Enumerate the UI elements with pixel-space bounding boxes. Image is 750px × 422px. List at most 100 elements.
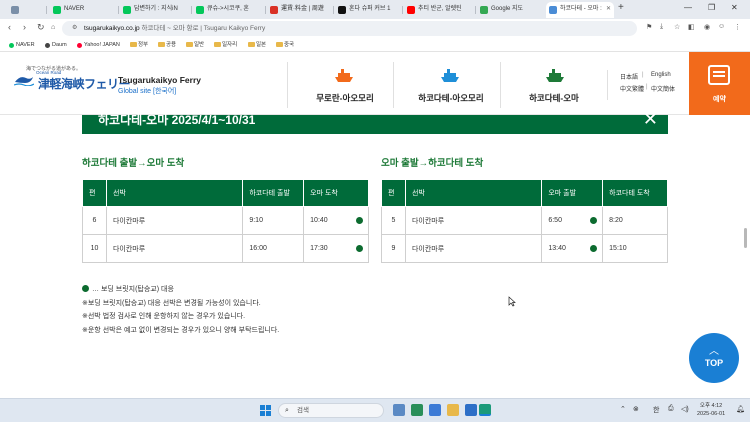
departure-time: 16:00 (242, 234, 305, 263)
tray-status-icon[interactable]: ⊗ (633, 405, 639, 413)
bookmark-folder-gov[interactable]: 정부 (130, 40, 148, 50)
table-row: 5 다이칸마루 6:50 8:20 (381, 206, 668, 235)
brand-subtitle[interactable]: Global site [한국어] (118, 86, 176, 96)
bookmark-star-icon[interactable]: ☆ (674, 23, 680, 31)
tab-label: 하코다테 - 오마 : (560, 6, 602, 12)
naver-dot-icon (9, 43, 14, 48)
tab-jisikin[interactable]: 답변하기 : 지식iN (120, 2, 190, 18)
file-explorer-icon[interactable] (447, 404, 459, 416)
menu-icon[interactable]: ⋮ (734, 23, 741, 31)
home-icon[interactable]: ⌂ (51, 24, 55, 31)
bookmark-label: 정부 (138, 42, 149, 48)
close-icon[interactable]: ✕ (643, 109, 658, 130)
windows-start-icon[interactable] (260, 405, 271, 416)
window-close-icon[interactable]: ✕ (731, 3, 738, 12)
trip-number: 9 (381, 234, 406, 263)
table-header-row: 편 선박 하코다테 출발 오마 도착 (82, 179, 369, 207)
url-bar[interactable]: ⚙ tsugarukaikyo.co.jp 하코다테 ~ 오마 항로 | Tsu… (62, 21, 637, 36)
tab-label: 답변하기 : 지식iN (134, 6, 178, 12)
ship-name: 다이칸마루 (105, 234, 244, 263)
taskbar-clock[interactable]: 오후 4:12 2025-06-01 (697, 402, 725, 418)
lang-simplified-chinese-link[interactable]: 中文簡体 (651, 84, 675, 93)
boarding-bridge-dot-icon (356, 245, 363, 252)
tray-overflow-icon[interactable]: ⌃ (620, 405, 626, 413)
route-muroran-aomori[interactable]: 무로란-아오모리 (287, 62, 402, 108)
trip-number: 5 (381, 206, 406, 235)
ship-icon (335, 69, 353, 82)
app-icon[interactable] (411, 404, 423, 416)
column-header: 하코다테 출발 (242, 179, 305, 207)
edge-browser-icon[interactable] (479, 404, 491, 416)
bookmark-naver[interactable]: NAVER (8, 40, 35, 50)
bookmark-yahoo[interactable]: Yahoo! JAPAN (76, 40, 120, 50)
page-scrollbar[interactable] (744, 228, 747, 248)
address-toolbar: ‹ › ↻ ⌂ ⚙ tsugarukaikyo.co.jp 하코다테 ~ 오마 … (0, 19, 750, 38)
tab-naver[interactable]: NAVER (50, 2, 116, 18)
table-row: 10 다이칸마루 16:00 17:30 (82, 234, 369, 263)
bookmark-folder-jobs[interactable]: 일자리 (214, 40, 237, 50)
bookmark-folder-common[interactable]: 공용 (158, 40, 176, 50)
site-info-icon[interactable]: ⚙ (72, 21, 77, 36)
lang-english-link[interactable]: English (651, 72, 671, 78)
notification-icon[interactable]: 🔔︎ (736, 405, 745, 413)
arrival-cell: 10:40 (303, 206, 369, 235)
new-tab-button[interactable]: + (618, 2, 624, 13)
tab-active-hakodate[interactable]: 하코다테 - 오마 : ✕ (546, 2, 614, 18)
volume-icon[interactable]: ◁) (681, 405, 689, 413)
bookmark-daum[interactable]: Daum (44, 40, 67, 50)
app-icon[interactable] (429, 404, 441, 416)
route-hakodate-aomori[interactable]: 하코다테-아오모리 (393, 62, 508, 108)
profile-icon[interactable]: ◉ (704, 23, 710, 31)
lang-japanese-link[interactable]: 日本語 (620, 72, 638, 81)
section-title-oma-to-hakodate: 오마 출발→하코다테 도착 (381, 158, 484, 169)
tab-google-maps[interactable]: Google 지도 (477, 2, 545, 18)
site-header: 海でつながる道がある。 Ocean Road 津軽海峡フェリー Tsugaruk… (0, 52, 750, 115)
reservation-button[interactable]: 예약 (689, 52, 750, 115)
taskbar-search-input[interactable]: ⌕ 검색 (278, 403, 384, 418)
back-icon[interactable]: ‹ (8, 22, 11, 32)
reservation-label: 예약 (713, 96, 726, 103)
tab-label: 혼다 슈퍼 커브 1 (349, 6, 391, 12)
trip-number: 10 (82, 234, 107, 263)
download-icon[interactable]: ⤓ (660, 23, 663, 31)
translate-icon[interactable]: ⚑ (646, 23, 652, 31)
tab-kyushu[interactable]: 큐슈->시코쿠, 혼 (193, 2, 263, 18)
maximize-icon[interactable]: ❐ (708, 3, 715, 12)
folder-icon (276, 42, 283, 47)
tab-fare[interactable]: 運賃·料金 | 周遊 (267, 2, 331, 18)
site-icon (270, 6, 278, 14)
account-icon[interactable]: ☺ (718, 23, 725, 30)
back-to-top-button[interactable]: ︿ TOP (689, 333, 739, 383)
ime-indicator[interactable]: 한 (653, 405, 659, 415)
bookmark-folder-general[interactable]: 일반 (186, 40, 204, 50)
tab-youtube[interactable]: 추티 반군, 알렛틴 (404, 2, 474, 18)
extensions-icon[interactable]: ◧ (688, 23, 695, 31)
bookmarks-bar: NAVER Daum Yahoo! JAPAN 정부 공용 일반 일자리 일본 … (0, 38, 750, 52)
close-tab-icon[interactable]: ✕ (606, 2, 611, 17)
search-icon: ⌕ (285, 407, 289, 414)
search-placeholder: 검색 (297, 407, 309, 414)
route-hakodate-oma[interactable]: 하코다테-오마 (500, 62, 607, 108)
departure-time: 6:50 (548, 217, 562, 224)
boarding-bridge-dot-icon (590, 217, 598, 224)
task-view-icon[interactable] (393, 404, 405, 416)
bookmark-label: Daum (52, 42, 67, 48)
tab-pinned[interactable] (8, 2, 40, 18)
minimize-icon[interactable]: — (684, 3, 692, 12)
bookmark-folder-japan[interactable]: 일본 (248, 40, 266, 50)
bookmark-folder-china[interactable]: 중국 (276, 40, 294, 50)
reload-icon[interactable]: ↻ (37, 22, 45, 33)
yahoo-dot-icon (77, 43, 82, 48)
table-header-row: 편 선박 오마 출발 하코다테 도착 (381, 179, 668, 207)
tab-separator (46, 6, 47, 14)
ship-name: 다이칸마루 (404, 206, 543, 235)
lang-traditional-chinese-link[interactable]: 中文繁體 (620, 84, 644, 93)
network-icon[interactable]: ⎙ (668, 405, 674, 413)
forward-icon[interactable]: › (23, 22, 26, 32)
tab-honda[interactable]: 혼다 슈퍼 커브 1 (335, 2, 401, 18)
app-icon[interactable] (465, 404, 477, 416)
dolphin-logo-icon (14, 77, 34, 86)
tab-separator (191, 6, 192, 14)
brand-title[interactable]: Tsugarukaikyo Ferry (118, 75, 201, 85)
table-row: 9 다이칸마루 13:40 15:10 (381, 234, 668, 263)
